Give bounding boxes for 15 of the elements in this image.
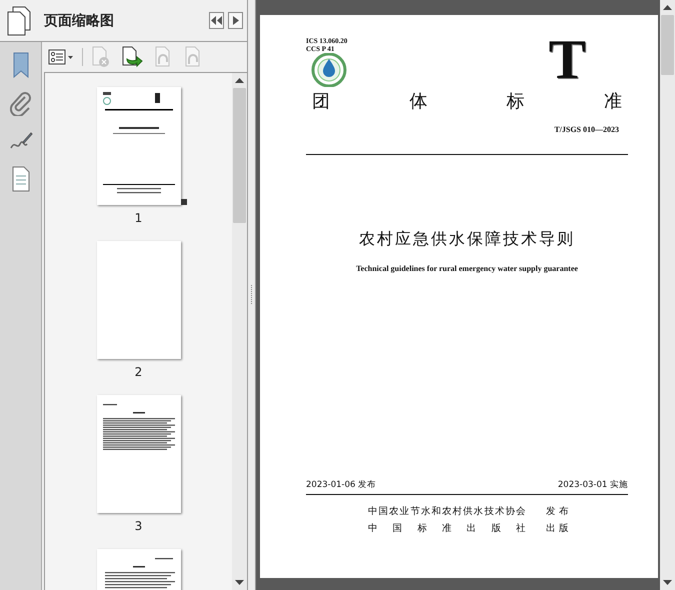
- page-number: 1: [134, 211, 142, 225]
- issue-date: 2023-01-06 发布: [306, 479, 376, 491]
- page-number: 2: [134, 365, 142, 379]
- page-number: 3: [134, 519, 142, 533]
- publisher-role: 出 版: [546, 522, 570, 535]
- publisher-name: 中 国 标 准 出 版 社: [368, 522, 526, 535]
- standard-mark: T: [548, 37, 586, 91]
- standard-category: 团 体 标 准: [312, 91, 622, 113]
- document-title: 农村应急供水保障技术导则: [358, 229, 576, 250]
- standard-code: T/JSGS 010—2023: [554, 125, 619, 134]
- publisher-role: 发 布: [546, 505, 570, 518]
- implementation-date: 2023-03-01 实施: [558, 479, 628, 491]
- panel-title: 页面缩略图: [44, 12, 115, 30]
- publisher-name: 中国农业节水和农村供水技术协会: [368, 505, 526, 518]
- english-title: Technical guidelines for rural emergency water supply guarantee: [355, 264, 579, 273]
